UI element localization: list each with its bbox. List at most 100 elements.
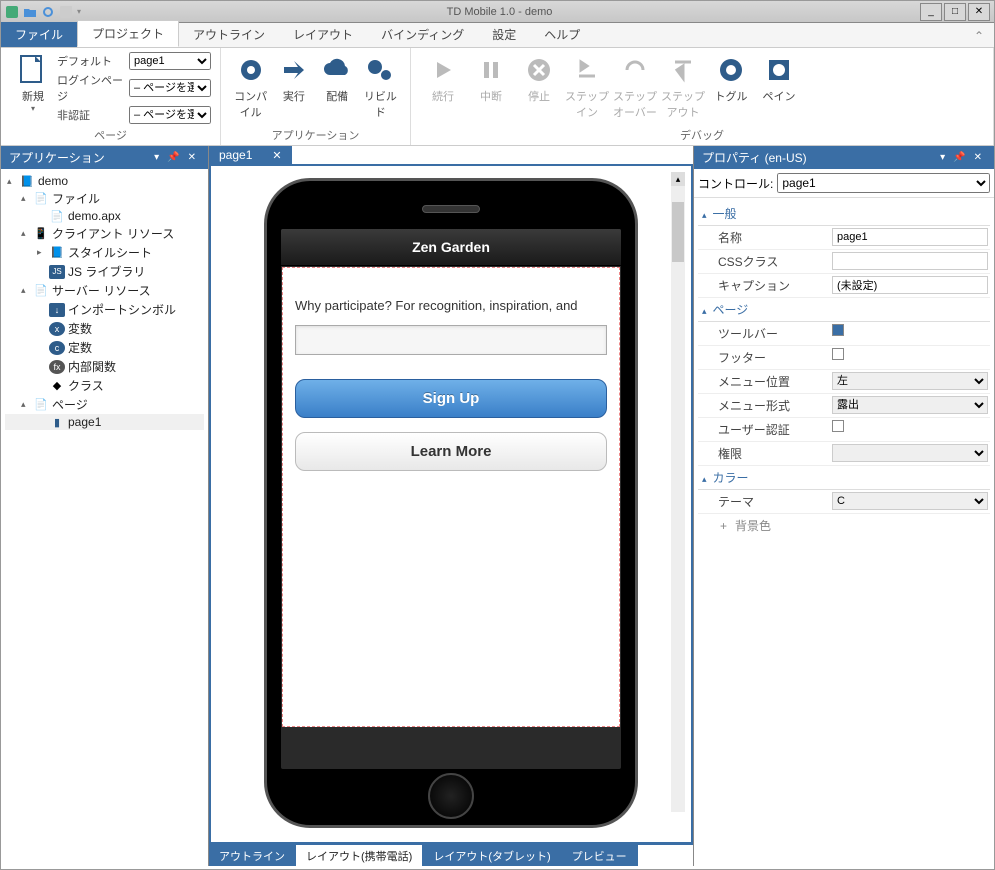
noauth-page-select[interactable]: – ページを選択 – [129,106,211,124]
text-input[interactable] [295,325,607,355]
phone-home-button [428,773,474,819]
doc-tab-page1[interactable]: page1✕ [209,146,292,164]
menu-file[interactable]: ファイル [1,22,77,47]
close-button[interactable]: ✕ [968,3,990,21]
tree-files[interactable]: ▴📄ファイル [5,189,204,208]
tree-import[interactable]: ↓インポートシンボル [5,300,204,319]
client-icon: 📱 [33,227,49,241]
new-button[interactable]: 新規 ▾ [9,52,57,115]
tree-classes[interactable]: ◆クラス [5,376,204,395]
scroll-up-icon[interactable]: ▴ [671,172,685,186]
prop-menutype-select[interactable]: 露出 [832,396,988,414]
cloud-icon [321,54,353,86]
run-button[interactable]: 実行 [272,52,315,106]
stop-icon [523,54,555,86]
prop-theme-label: テーマ [698,490,830,513]
tree-intfunc[interactable]: fx内部関数 [5,357,204,376]
gear-icon [235,54,267,86]
menu-binding[interactable]: バインディング [367,22,478,47]
open-icon[interactable] [23,5,37,19]
menu-help[interactable]: ヘルプ [530,22,594,47]
prop-caption-input[interactable] [832,276,988,294]
file-icon: 📄 [49,209,65,223]
refresh-icon[interactable] [41,5,55,19]
cat-general[interactable]: ▴一般 [698,202,990,226]
default-page-select[interactable]: page1 [129,52,211,70]
pin-icon[interactable]: 📌 [167,152,179,163]
page-group-label: ページ [9,127,212,143]
project-tree: ▴📘demo ▴📄ファイル 📄demo.apx ▴📱クライアント リソース ▸📘… [1,169,208,434]
minimize-button[interactable]: _ [920,3,942,21]
tree-vars[interactable]: x変数 [5,319,204,338]
body-text[interactable]: Why participate? For recognition, inspir… [295,298,607,313]
collapse-ribbon-icon[interactable]: ⌃ [964,25,994,47]
prop-toolbar-label: ツールバー [698,322,830,345]
tree-consts[interactable]: c定数 [5,338,204,357]
tree-pages[interactable]: ▴📄ページ [5,395,204,414]
tab-close-icon[interactable]: ✕ [272,149,281,162]
control-select[interactable]: page1 [777,173,990,193]
tree-stylesheet[interactable]: ▸📘スタイルシート [5,243,204,262]
pin-icon[interactable]: 📌 [953,152,965,163]
menu-layout[interactable]: レイアウト [279,22,367,47]
prop-perm-select[interactable] [832,444,988,462]
prop-toolbar-check[interactable] [832,324,844,336]
vertical-scrollbar[interactable]: ▴ [671,172,685,812]
folder-icon: 📄 [33,192,49,206]
dropdown-icon[interactable]: ▾ [940,152,945,163]
tab-layout-phone[interactable]: レイアウト(携帯電話) [296,845,423,866]
panel-close-icon[interactable]: ✕ [188,152,196,163]
rebuild-button[interactable]: リビルド [359,52,402,122]
prop-cssclass-label: CSSクラス [698,250,830,273]
learnmore-button[interactable]: Learn More [295,432,607,471]
deploy-button[interactable]: 配備 [316,52,359,106]
play-icon [427,54,459,86]
tree-server[interactable]: ▴📄サーバー リソース [5,281,204,300]
maximize-button[interactable]: □ [944,3,966,21]
view-tabs: アウトライン レイアウト(携帯電話) レイアウト(タブレット) プレビュー [209,844,693,866]
tree-root[interactable]: ▴📘demo [5,173,204,189]
prop-menupos-select[interactable]: 左 [832,372,988,390]
tree-client[interactable]: ▴📱クライアント リソース [5,224,204,243]
dropdown-icon[interactable]: ▾ [154,152,159,163]
cat-color[interactable]: ▴カラー [698,466,990,490]
app-body[interactable]: Why participate? For recognition, inspir… [282,267,620,727]
import-icon: ↓ [49,303,65,317]
tree-jslib[interactable]: JSJS ライブラリ [5,262,204,281]
page-icon: 📄 [33,398,49,412]
prop-userauth-check[interactable] [832,420,844,432]
app-panel-header: アプリケーション ▾ 📌 ✕ [1,146,208,169]
scroll-thumb[interactable] [672,202,684,262]
stepout-icon [667,54,699,86]
prop-theme-select[interactable]: C [832,492,988,510]
debug-group-label: デバッグ [419,127,985,143]
props-header: プロパティ (en-US) ▾ 📌 ✕ [694,146,994,169]
const-icon: c [49,341,65,355]
toggle-button[interactable]: トグル [707,52,755,106]
prop-bgcolor-add[interactable]: +背景色 [698,514,990,537]
login-page-select[interactable]: – ページを選択 – [129,79,211,97]
project-icon: 📘 [19,174,35,188]
app-header[interactable]: Zen Garden [281,229,621,266]
prop-cssclass-input[interactable] [832,252,988,270]
menu-project[interactable]: プロジェクト [77,20,179,47]
pane-button[interactable]: ペイン [755,52,803,106]
menu-outline[interactable]: アウトライン [179,22,279,47]
panel-close-icon[interactable]: ✕ [974,152,982,163]
save-icon[interactable] [59,5,73,19]
tree-demoapx[interactable]: 📄demo.apx [5,208,204,224]
menubar: ファイル プロジェクト アウトライン レイアウト バインディング 設定 ヘルプ … [1,23,994,48]
tree-page1[interactable]: ▮page1 [5,414,204,430]
menu-settings[interactable]: 設定 [478,22,530,47]
page-icon: ▮ [49,415,65,429]
prop-name-input[interactable] [832,228,988,246]
prop-caption-label: キャプション [698,274,830,297]
prop-footer-check[interactable] [832,348,844,360]
tab-preview[interactable]: プレビュー [562,845,638,866]
tab-outline[interactable]: アウトライン [209,845,296,866]
tab-layout-tablet[interactable]: レイアウト(タブレット) [423,845,561,866]
signup-button[interactable]: Sign Up [295,379,607,418]
window-title: TD Mobile 1.0 - demo [81,6,918,18]
cat-page[interactable]: ▴ページ [698,298,990,322]
compile-button[interactable]: コンパイル [229,52,272,122]
